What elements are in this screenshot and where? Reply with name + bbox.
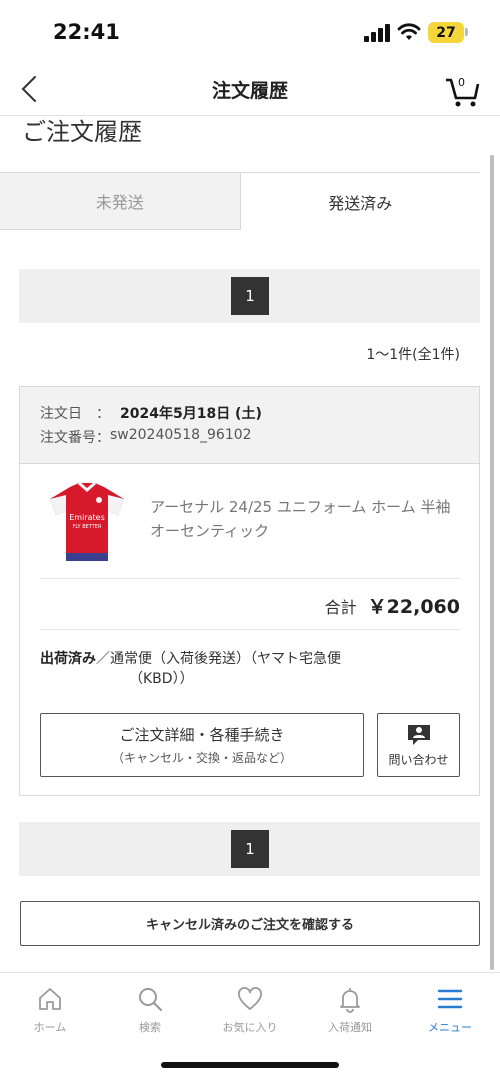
bottom-navigation: ホーム 検索 お気に入り 入荷通知 メニュー xyxy=(0,972,500,1042)
order-number-value: sw20240518_96102 xyxy=(110,427,252,443)
page-title: ご注文履歴 xyxy=(22,118,142,146)
nav-menu-label: メニュー xyxy=(428,1021,472,1034)
cart-count-badge: 0 xyxy=(458,76,465,89)
nav-menu[interactable]: メニュー xyxy=(400,973,500,1042)
contact-person-icon xyxy=(407,724,430,745)
scrollbar[interactable] xyxy=(490,155,494,970)
order-header: 注文日 ： 2024年5月18日 (土) 注文番号： sw20240518_96… xyxy=(20,387,479,464)
inquiry-button-label: 問い合わせ xyxy=(388,752,449,767)
order-detail-button[interactable]: ご注文詳細・各種手続き （キャンセル・交換・返品など） xyxy=(40,713,364,777)
nav-restock-label: 入荷通知 xyxy=(328,1021,372,1034)
header-title: 注文履歴 xyxy=(211,80,288,102)
tab-unshipped[interactable]: 未発送 xyxy=(0,172,241,230)
order-date-value: 2024年5月18日 (土) xyxy=(120,406,262,422)
bell-icon xyxy=(340,988,360,1013)
total-value: ￥22,060 xyxy=(367,596,460,618)
wifi-icon xyxy=(397,23,421,40)
heart-icon xyxy=(238,987,262,1010)
home-indicator[interactable] xyxy=(161,1062,339,1068)
product-name[interactable]: アーセナル 24/25 ユニフォーム ホーム 半袖 オーセンティック xyxy=(150,495,462,543)
cellular-signal-icon xyxy=(364,24,390,42)
page-number-current-bottom[interactable]: 1 xyxy=(231,830,269,868)
shipping-info: 出荷済み／通常便（入荷後発送）（ヤマト宅急便 （KBD）） xyxy=(40,649,440,689)
status-time: 22:41 xyxy=(53,20,120,44)
order-total: 合計 ￥22,060 xyxy=(40,580,460,630)
order-card: 注文日 ： 2024年5月18日 (土) 注文番号： sw20240518_96… xyxy=(19,386,480,796)
nav-search-label: 検索 xyxy=(139,1021,161,1034)
nav-home-label: ホーム xyxy=(33,1021,67,1034)
nav-search[interactable]: 検索 xyxy=(100,973,200,1042)
order-number-label: 注文番号： xyxy=(40,430,110,446)
battery-icon: 27 xyxy=(428,22,464,43)
product-image-sponsor: Emirates xyxy=(69,513,105,522)
search-icon xyxy=(139,988,163,1012)
nav-favorites-label: お気に入り xyxy=(222,1021,278,1034)
menu-icon xyxy=(437,989,463,1009)
pagination-bottom: 1 xyxy=(19,822,480,876)
status-bar: 22:41 27 xyxy=(0,0,500,62)
shipping-tabs: 未発送 発送済み xyxy=(0,172,480,230)
pagination-top: 1 xyxy=(19,269,480,323)
total-label: 合計 xyxy=(324,598,357,617)
inquiry-button[interactable]: 問い合わせ xyxy=(377,713,460,777)
order-detail-button-label: ご注文詳細・各種手続き xyxy=(119,726,285,744)
order-item[interactable]: Emirates FLY BETTER アーセナル 24/25 ユニフォーム ホ… xyxy=(40,481,460,579)
ship-status: 出荷済み xyxy=(40,651,96,667)
order-detail-button-sublabel: （キャンセル・交換・返品など） xyxy=(111,751,292,765)
app-header: 注文履歴 0 xyxy=(0,62,500,116)
product-image[interactable]: Emirates FLY BETTER xyxy=(48,481,126,565)
home-icon xyxy=(39,988,61,1010)
product-image-tagline: FLY BETTER xyxy=(73,524,102,530)
ship-method-carrier: （KBD）） xyxy=(129,671,194,687)
cancelled-orders-button[interactable]: キャンセル済みのご注文を確認する xyxy=(20,901,480,946)
order-date-label: 注文日 ： xyxy=(40,406,110,422)
nav-home[interactable]: ホーム xyxy=(0,973,100,1042)
tab-shipped[interactable]: 発送済み xyxy=(240,172,480,230)
result-range: 1～1件(全1件) xyxy=(366,347,460,363)
battery-cap xyxy=(465,28,468,36)
nav-restock-notice[interactable]: 入荷通知 xyxy=(300,973,400,1042)
page-number-current[interactable]: 1 xyxy=(231,277,269,315)
nav-favorites[interactable]: お気に入り xyxy=(200,973,300,1042)
ship-method: ／通常便（入荷後発送）（ヤマト宅急便 xyxy=(96,651,341,667)
